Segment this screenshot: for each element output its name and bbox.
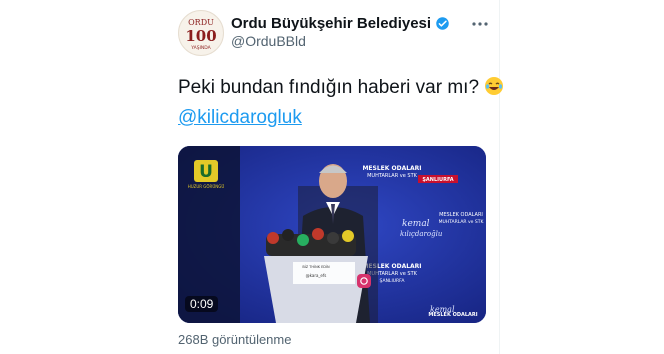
author-display-name[interactable]: Ordu Büyükşehir Belediyesi xyxy=(231,15,431,32)
more-options-icon[interactable] xyxy=(470,14,490,34)
tweet-text: Peki bundan fındığın haberi var mı? xyxy=(178,77,480,98)
view-count: 268B görüntülenme xyxy=(178,332,292,347)
script-surname: kılıçdaroğlu xyxy=(400,230,443,238)
mention-link[interactable]: @kilicdarogluk xyxy=(178,107,302,129)
instagram-icon xyxy=(357,274,371,288)
video-duration: 0:09 xyxy=(185,296,219,312)
side-banner-line-2: MUHTARLAR ve STK xyxy=(439,219,485,225)
author-name-row[interactable]: Ordu Büyükşehir Belediyesi xyxy=(231,15,450,32)
side-banner-line-1: MESLEK ODALARI xyxy=(439,212,483,218)
avatar-bottom-text: YAŞINDA xyxy=(190,45,211,51)
script-name: kemal xyxy=(402,219,430,229)
banner-line-2: MUHTARLAR ve STK xyxy=(367,173,418,179)
channel-logo: U xyxy=(199,162,213,182)
banner-line-1: MESLEK ODALARI xyxy=(362,165,421,172)
avatar[interactable]: ORDU 100 YAŞINDA xyxy=(178,10,224,56)
lower-banner-line-3: ŞANLIURFA xyxy=(380,278,406,284)
channel-caption: HUZUR GÖRÜNGÜ xyxy=(188,184,225,189)
lower-caption: BİZ THİNK EDİN xyxy=(302,264,330,269)
lower-handle: @kara_efs xyxy=(306,273,327,278)
author-handle[interactable]: @OrduBBld xyxy=(231,33,306,49)
bottom-banner-line-1: MESLEK ODALARI xyxy=(428,312,477,318)
avatar-number: 100 xyxy=(185,27,216,45)
rolling-on-floor-laughing-emoji-icon xyxy=(484,76,504,96)
video-player[interactable]: U HUZUR GÖRÜNGÜ MESLEK ODALARI MUHTARLAR… xyxy=(178,146,486,323)
avatar-top-text: ORDU xyxy=(188,18,214,27)
verified-badge-icon xyxy=(435,16,450,31)
tweet-text-line: Peki bundan fındığın haberi var mı? xyxy=(178,76,504,99)
video-frame: U HUZUR GÖRÜNGÜ MESLEK ODALARI MUHTARLAR… xyxy=(178,146,486,323)
banner-tag: ŞANLIURFA xyxy=(422,177,453,183)
